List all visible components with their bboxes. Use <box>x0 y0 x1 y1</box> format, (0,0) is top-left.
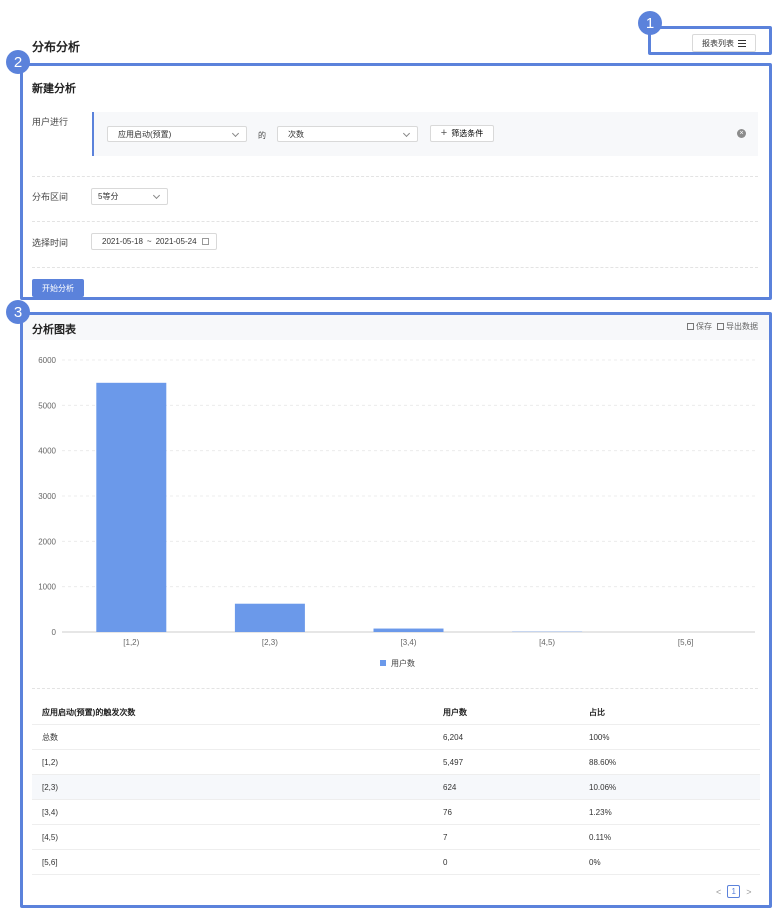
x-tick-label: [4,5) <box>539 638 555 647</box>
legend-swatch <box>380 660 386 666</box>
date-separator: ~ <box>146 237 152 246</box>
table-cell: 6,204 <box>443 732 464 742</box>
badge-2: 2 <box>6 50 30 74</box>
connector-text: 的 <box>258 131 266 140</box>
table-cell: 7 <box>443 832 448 842</box>
x-tick-label: [2,3) <box>262 638 278 647</box>
interval-select[interactable]: 5等分 <box>91 188 168 205</box>
table-cell: [5,6] <box>42 857 58 867</box>
divider <box>32 176 758 177</box>
badge-3: 3 <box>6 300 30 324</box>
add-filter-button[interactable]: + 筛选条件 <box>430 125 494 142</box>
date-range-picker[interactable]: 2021-05-18 ~ 2021-05-24 <box>91 233 217 250</box>
export-icon <box>717 323 724 330</box>
table-row: [4,5) 7 0.11% <box>32 825 760 850</box>
table-row: [2,3) 624 10.06% <box>32 775 760 800</box>
distribution-table: 应用启动(预置)的触发次数 用户数 占比 总数 6,204 100% [1,2)… <box>32 700 760 875</box>
calendar-icon <box>201 238 209 245</box>
y-tick-label: 3000 <box>38 492 56 501</box>
event-select[interactable]: 应用启动(预置) <box>107 126 247 142</box>
page-title: 分布分析 <box>32 40 81 54</box>
add-filter-label: 筛选条件 <box>451 129 484 138</box>
metric-select[interactable]: 次数 <box>277 126 418 142</box>
next-page-button[interactable]: > <box>746 887 751 897</box>
save-tool[interactable]: 保存 <box>687 321 712 332</box>
chevron-down-icon <box>152 191 161 200</box>
table-cell: [1,2) <box>42 757 59 767</box>
table-cell: 10.06% <box>589 782 617 792</box>
table-cell: 5,497 <box>443 757 464 767</box>
table-cell: 总数 <box>42 732 58 742</box>
table-row: [3,4) 76 1.23% <box>32 800 760 825</box>
metric-select-value: 次数 <box>288 129 304 139</box>
chart-bar <box>373 628 444 632</box>
y-tick-label: 2000 <box>38 537 56 546</box>
table-cell: [2,3) <box>42 782 59 792</box>
table-cell: 76 <box>443 807 452 817</box>
table-cell: 100% <box>589 732 610 742</box>
chart-bar <box>96 382 167 632</box>
divider <box>32 221 758 222</box>
plus-icon: + <box>440 127 448 139</box>
report-list-label: 报表列表 <box>702 38 734 48</box>
table-header-cell: 用户数 <box>443 707 467 717</box>
table-header-cell: 占比 <box>589 707 605 717</box>
close-icon[interactable]: × <box>737 129 746 138</box>
user-action-label: 用户进行 <box>32 117 69 127</box>
date-start: 2021-05-18 <box>102 237 143 246</box>
divider <box>32 267 758 268</box>
report-list-button[interactable]: 报表列表 <box>692 34 756 52</box>
start-analysis-button[interactable]: 开始分析 <box>32 279 84 297</box>
table-cell: 624 <box>443 782 457 792</box>
x-tick-label: [3,4) <box>400 638 416 647</box>
divider <box>32 688 758 689</box>
y-tick-label: 6000 <box>38 356 56 365</box>
table-header-row: 应用启动(预置)的触发次数 用户数 占比 <box>32 700 760 725</box>
table-cell: 1.23% <box>589 807 612 817</box>
legend-label: 用户数 <box>391 658 415 668</box>
date-end: 2021-05-24 <box>155 237 197 246</box>
pagination: < 1 > <box>716 885 752 898</box>
save-label: 保存 <box>696 322 712 331</box>
y-tick-label: 1000 <box>38 583 56 592</box>
badge-1: 1 <box>638 11 662 35</box>
chevron-down-icon <box>231 129 240 138</box>
chart-bar <box>234 603 305 632</box>
table-cell: 0% <box>589 857 601 867</box>
interval-select-value: 5等分 <box>98 192 119 201</box>
export-tool[interactable]: 导出数据 <box>717 321 758 332</box>
chart-panel-title: 分析图表 <box>32 324 76 336</box>
prev-page-button[interactable]: < <box>716 887 721 897</box>
y-tick-label: 5000 <box>38 401 56 410</box>
chevron-down-icon <box>402 129 411 138</box>
export-label: 导出数据 <box>726 322 758 331</box>
table-cell: [3,4) <box>42 807 59 817</box>
y-tick-label: 4000 <box>38 447 56 456</box>
list-icon <box>738 39 746 47</box>
table-row: [5,6] 0 0% <box>32 850 760 875</box>
table-row: 总数 6,204 100% <box>32 725 760 750</box>
distribution-bar-chart: 0 1000 2000 3000 4000 5000 6000 [1,2) [2,3) [3,4)… <box>38 356 755 668</box>
table-header-cell: 应用启动(预置)的触发次数 <box>42 707 136 717</box>
table-cell: [4,5) <box>42 832 59 842</box>
table-cell: 0 <box>443 857 448 867</box>
save-icon <box>687 323 694 330</box>
time-label: 选择时间 <box>32 238 69 248</box>
y-tick-label: 0 <box>52 628 57 637</box>
table-cell: 88.60% <box>589 757 617 767</box>
highlight-box-2 <box>20 63 772 300</box>
page-number-button[interactable]: 1 <box>727 885 741 898</box>
table-row: [1,2) 5,497 88.60% <box>32 750 760 775</box>
x-tick-label: [5,6] <box>678 638 694 647</box>
event-select-value: 应用启动(预置) <box>118 129 172 139</box>
x-tick-label: [1,2) <box>123 638 139 647</box>
interval-label: 分布区间 <box>32 192 69 202</box>
table-cell: 0.11% <box>589 832 612 842</box>
new-analysis-title: 新建分析 <box>32 83 76 95</box>
